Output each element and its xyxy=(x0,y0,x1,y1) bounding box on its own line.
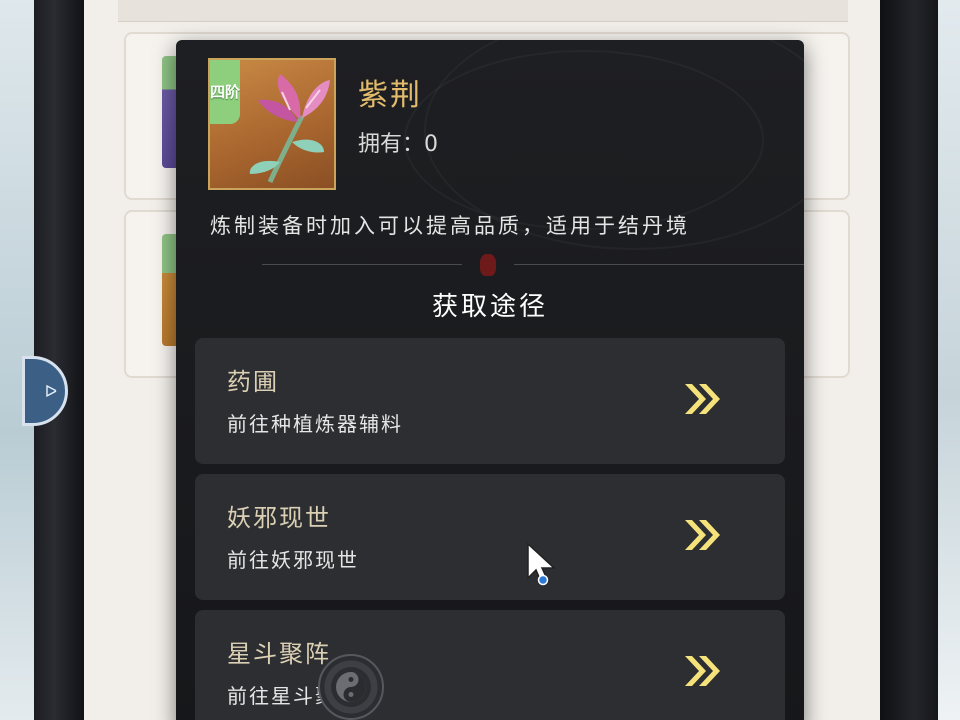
mouse-cursor-icon xyxy=(527,542,556,586)
route-item-herb-garden[interactable]: 药圃 前往种植炼器辅料 xyxy=(195,338,785,464)
route-item-star-array[interactable]: 星斗聚阵 前往星斗聚阵 xyxy=(195,610,785,720)
route-subtitle: 前往妖邪现世 xyxy=(227,548,359,572)
acquisition-section-title: 获取途径 xyxy=(431,292,548,322)
route-title: 妖邪现世 xyxy=(227,504,331,532)
divider-line xyxy=(514,264,804,265)
double-chevron-right-icon[interactable] xyxy=(683,382,723,416)
item-description: 炼制装备时加入可以提高品质，适用于结丹境 xyxy=(210,214,690,238)
item-icon-frame: 四阶 xyxy=(208,58,336,190)
yin-yang-icon[interactable] xyxy=(318,654,384,720)
double-chevron-right-icon[interactable] xyxy=(683,518,723,552)
owned-count: 拥有：0 xyxy=(358,126,438,158)
owned-label: 拥有： xyxy=(358,132,425,157)
yin-yang-symbol-icon xyxy=(336,672,366,702)
seal-ornament-icon xyxy=(480,254,496,276)
route-item-demon-appear[interactable]: 妖邪现世 前往妖邪现世 xyxy=(195,474,785,600)
route-title: 星斗聚阵 xyxy=(227,640,331,668)
route-title: 药圃 xyxy=(227,368,279,396)
double-chevron-right-icon[interactable] xyxy=(683,654,723,688)
owned-value: 0 xyxy=(424,132,439,157)
tier-badge: 四阶 xyxy=(210,60,240,124)
route-subtitle: 前往种植炼器辅料 xyxy=(227,412,403,436)
background-scenery-right xyxy=(938,0,960,720)
flower-branch-icon xyxy=(249,74,330,184)
decorative-swirl xyxy=(404,50,764,230)
item-tooltip-popup: 四阶 紫荆 拥有：0 炼制装备时加入可以提高品质，适用于结丹境 获取途径 药圃 … xyxy=(176,40,804,720)
window-frame-right xyxy=(880,0,938,720)
item-name: 紫荆 xyxy=(358,78,422,113)
background-panel-header xyxy=(118,0,848,22)
divider-line xyxy=(262,264,462,265)
side-tab-icon: ᐅ xyxy=(44,381,57,401)
